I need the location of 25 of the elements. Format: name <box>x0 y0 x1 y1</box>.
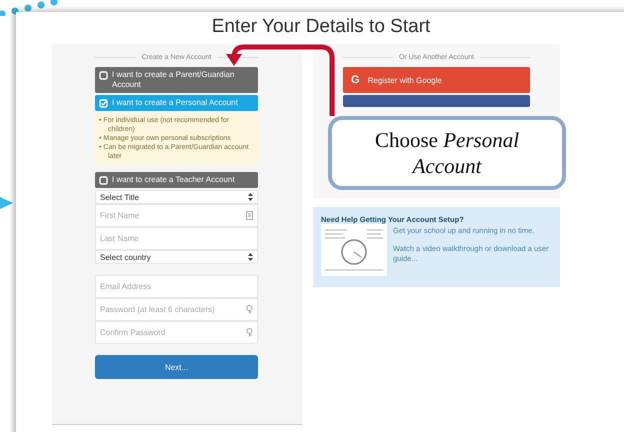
checked-box-icon <box>99 99 108 108</box>
next-button[interactable]: Next... <box>95 355 258 379</box>
updown-icon <box>248 193 253 201</box>
updown-icon <box>248 253 253 261</box>
card-icon <box>246 211 253 220</box>
triangle-icon <box>0 197 13 209</box>
account-option[interactable]: I want to create a Teacher Account <box>95 172 258 188</box>
input-field[interactable]: Email Address <box>95 275 258 298</box>
input-field[interactable]: Confirm Password <box>95 321 258 344</box>
google-button[interactable]: G Register with Google <box>343 67 530 93</box>
checkbox-icon <box>99 176 108 185</box>
account-option[interactable]: I want to create a Parent/Guardian Account <box>95 67 258 93</box>
key-icon <box>246 328 253 337</box>
account-option[interactable]: I want to create a Personal Account <box>95 95 258 111</box>
chart-thumbnail-drawing <box>321 224 387 276</box>
select-field[interactable]: Select country <box>95 250 258 264</box>
checkbox-icon <box>99 71 108 80</box>
social-button[interactable] <box>343 95 530 107</box>
input-field[interactable]: First Name <box>95 204 258 227</box>
page-title: Enter Your Details to Start <box>210 15 432 39</box>
input-field[interactable]: Last Name <box>95 227 258 250</box>
input-field[interactable]: Password (at least 6 characters) <box>95 298 258 321</box>
select-field[interactable]: Select Title <box>95 190 258 204</box>
callout-text: Choose Personal Account <box>374 127 520 179</box>
key-icon <box>246 305 253 314</box>
